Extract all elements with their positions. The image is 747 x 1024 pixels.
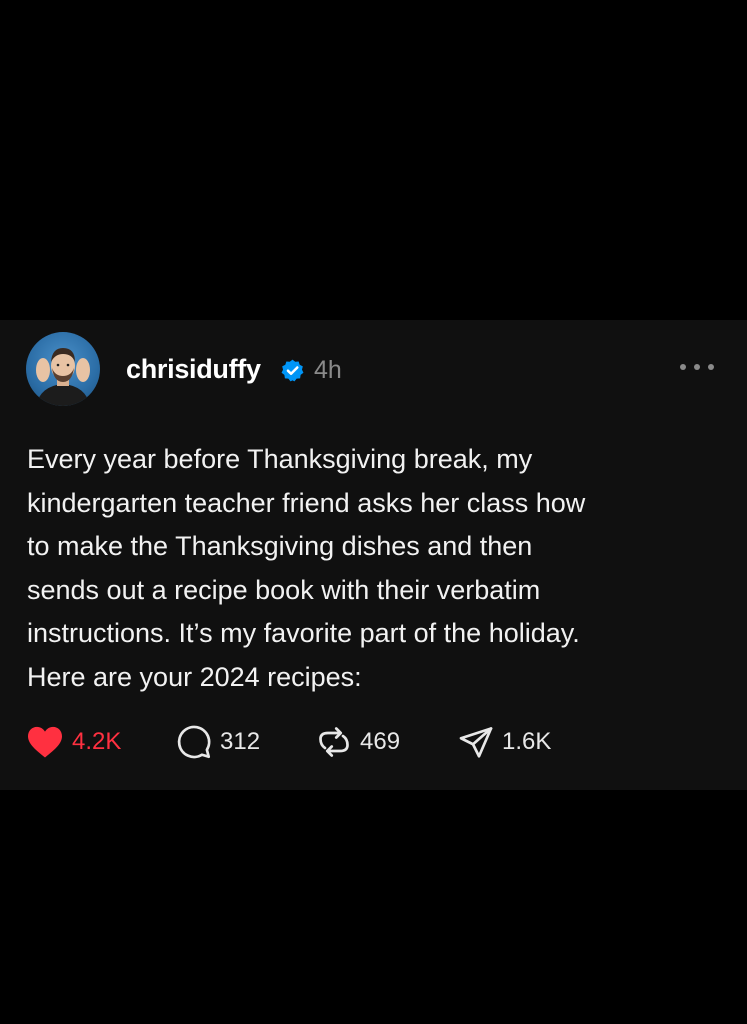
username[interactable]: chrisiduffy: [126, 354, 261, 385]
share-count: 1.6K: [502, 728, 552, 755]
post-card: chrisiduffy 4h Every year before Thanksg…: [0, 320, 747, 790]
like-count: 4.2K: [72, 728, 122, 755]
share-icon: [459, 727, 493, 758]
like-button[interactable]: 4.2K: [26, 722, 121, 762]
post-text-line: Every year before Thanksgiving break, my: [27, 444, 533, 474]
repost-count: 469: [360, 728, 401, 755]
post-text: Every year before Thanksgiving break, my…: [27, 438, 717, 699]
action-bar: 4.2K 312 469 1.6K: [26, 722, 726, 762]
repost-button[interactable]: 469: [316, 722, 400, 762]
post-text-line: sends out a recipe book with their verba…: [27, 574, 541, 605]
post-text-line: to make the Thanksgiving dishes and then: [27, 531, 533, 561]
more-options-icon[interactable]: [680, 360, 714, 374]
reply-button[interactable]: 312: [176, 722, 260, 762]
more-dot: [694, 364, 700, 370]
repost-icon: [319, 727, 349, 757]
verified-badge-icon: [281, 359, 304, 382]
avatar[interactable]: [26, 332, 100, 406]
post-text-line: Here are your 2024 recipes:: [27, 661, 362, 692]
reply-count: 312: [220, 728, 261, 755]
share-button[interactable]: 1.6K: [458, 722, 551, 762]
comment-icon: [177, 725, 211, 759]
post-timestamp: 4h: [314, 356, 342, 384]
heart-icon: [28, 726, 62, 758]
post-text-line: instructions. It’s my favorite part of t…: [27, 618, 580, 648]
more-dot: [708, 364, 714, 370]
more-dot: [680, 364, 686, 370]
avatar-image: [36, 348, 90, 406]
post-text-line: kindergarten teacher friend asks her cla…: [27, 487, 586, 518]
